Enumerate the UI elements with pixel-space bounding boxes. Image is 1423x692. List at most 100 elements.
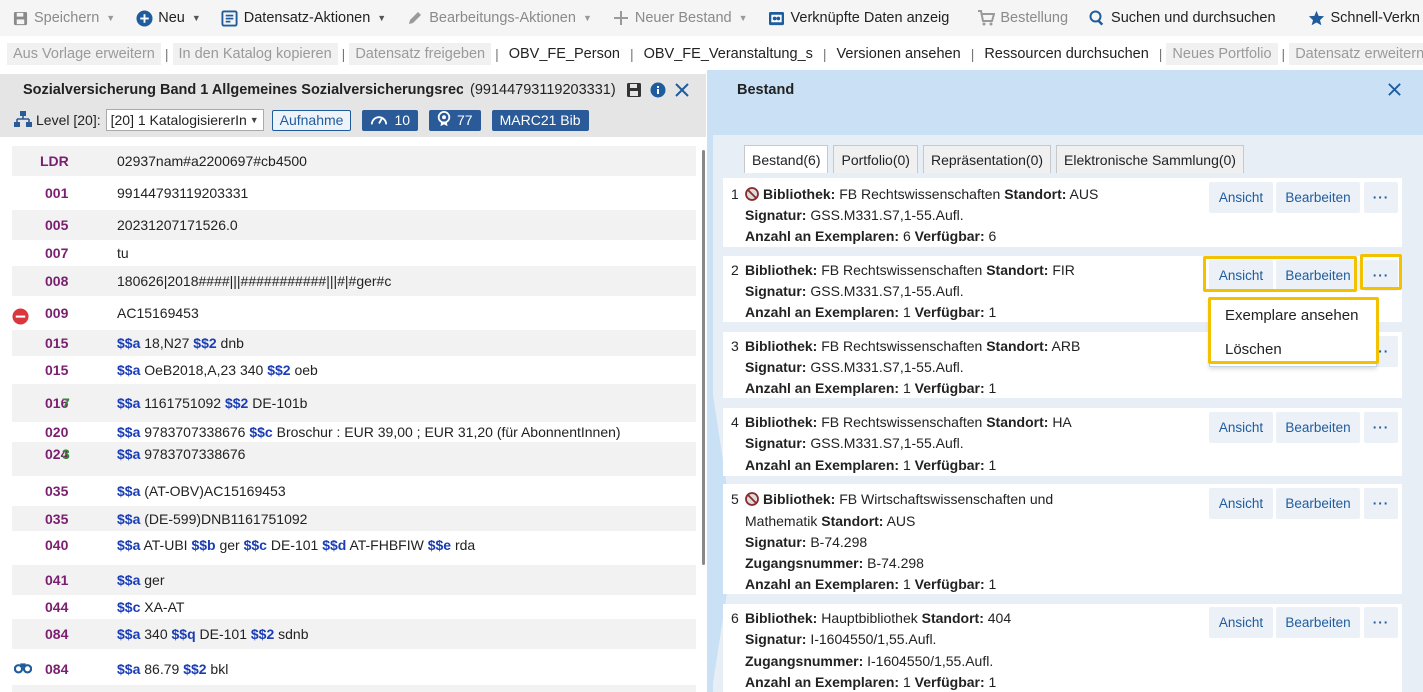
record-actions-button[interactable]: Datensatz-Aktionen ▼ <box>211 0 396 36</box>
callnumber-value: B-74.298 <box>810 534 868 550</box>
subfield-code: $$2 <box>183 661 207 677</box>
marc-field-015[interactable]: 015 $$a 18,N27 $$2 dnb <box>12 330 696 356</box>
available-label: Verfügbar: <box>914 674 985 690</box>
marc-value: AC15169453 <box>117 305 199 321</box>
browse-resources-link[interactable]: Ressourcen durchsuchen <box>978 43 1154 65</box>
marc-value: 180626|2018####|||###########|||#|#ger#c <box>117 273 392 289</box>
available-label: Verfügbar: <box>914 380 985 396</box>
location-label: Standort: <box>921 610 984 626</box>
view-button[interactable]: Ansicht <box>1209 182 1273 213</box>
obv-fe-veranstaltung-link[interactable]: OBV_FE_Veranstaltung_s <box>638 43 819 65</box>
edit-actions-button[interactable]: Bearbeitungs-Aktionen ▼ <box>396 0 602 36</box>
holdings-header: Bestand <box>707 70 1423 135</box>
marc-tag: 041 <box>45 572 69 588</box>
holding-item: 5 Bibliothek: FB Wirtschaftswissenschaft… <box>723 484 1402 594</box>
more-options-button[interactable]: ··· <box>1364 412 1398 443</box>
marc-field-list: LDR 02937nam#a2200697#cb4500 001 9914479… <box>12 146 696 692</box>
remove-field-icon[interactable] <box>12 308 30 326</box>
subfield-value: ger <box>140 572 165 588</box>
marc-field-020[interactable]: 020 $$a 9783707338676 $$c Broschur : EUR… <box>12 422 696 442</box>
more-options-button[interactable]: ··· <box>1364 607 1398 638</box>
tab-portfolio[interactable]: Portfolio(0) <box>833 145 918 173</box>
expand-from-template-link[interactable]: Aus Vorlage erweitern <box>7 43 161 65</box>
release-record-link[interactable]: Datensatz freigeben <box>349 43 492 65</box>
marc-field-016[interactable]: 016 7 $$a 1161751092 $$2 DE-101b <box>12 384 696 422</box>
marc-field-015[interactable]: 015 $$a OeB2018,A,23 340 $$2 oeb <box>12 356 696 384</box>
marc-field-008[interactable]: 008 180626|2018####|||###########|||#|#g… <box>12 266 696 296</box>
tab-electronic-collection[interactable]: Elektronische Sammlung(0) <box>1056 145 1244 173</box>
badge-speedometer[interactable]: 10 <box>362 109 419 131</box>
marc-field-035[interactable]: 035 $$a (AT-OBV)AC15169453 <box>12 476 696 506</box>
view-button[interactable]: Ansicht <box>1209 488 1273 519</box>
binoculars-icon[interactable] <box>13 660 33 678</box>
marc-field-041[interactable]: 041 $$a ger <box>12 565 696 595</box>
location-value: FIR <box>1052 262 1075 278</box>
info-icon[interactable] <box>650 82 668 100</box>
close-icon[interactable] <box>1387 82 1403 98</box>
scrollbar[interactable] <box>702 150 705 565</box>
more-options-button[interactable]: ··· <box>1364 260 1398 291</box>
save-icon[interactable] <box>626 82 644 100</box>
marc-field-035[interactable]: 035 $$a (DE-599)DNB1161751092 <box>12 506 696 531</box>
marc-field-084[interactable]: 084 $$a 86.79 $$2 bkl <box>12 655 696 683</box>
aufnahme-button[interactable]: Aufnahme <box>271 109 352 131</box>
menu-item-view-items[interactable]: Exemplare ansehen <box>1225 307 1358 324</box>
edit-button[interactable]: Bearbeiten <box>1276 182 1360 213</box>
view-versions-link[interactable]: Versionen ansehen <box>831 43 967 65</box>
separator: | <box>164 46 169 62</box>
chevron-down-icon: ▼ <box>106 13 116 23</box>
marc-field-005[interactable]: 005 20231207171526.0 <box>12 210 696 240</box>
subfield-value: DE-101 <box>266 537 323 553</box>
marc-field-ldr[interactable]: LDR 02937nam#a2200697#cb4500 <box>12 146 696 176</box>
order-button[interactable]: Bestellung <box>959 0 1078 36</box>
copies-label: Anzahl an Exemplaren: <box>745 457 900 473</box>
badge-award[interactable]: 77 <box>429 109 481 131</box>
edit-button[interactable]: Bearbeiten <box>1276 488 1360 519</box>
tab-representation[interactable]: Repräsentation(0) <box>922 145 1052 173</box>
quick-links-button[interactable]: Schnell-Verkn <box>1286 0 1423 36</box>
subfield-code: $$a <box>117 661 141 677</box>
marc-field-024[interactable]: 024 3 $$a 9783707338676 <box>12 442 696 476</box>
more-options-button[interactable]: ··· <box>1364 488 1398 519</box>
copy-to-catalog-link[interactable]: In den Katalog kopieren <box>172 43 338 65</box>
new-button[interactable]: Neu ▼ <box>125 0 211 36</box>
available-value: 1 <box>988 674 997 690</box>
obv-fe-person-link[interactable]: OBV_FE_Person <box>503 43 626 65</box>
linked-data-button[interactable]: Verknüpfte Daten anzeig <box>758 0 960 36</box>
level-select[interactable]: [20] 1 KatalogisiererIn ▼ <box>105 109 264 131</box>
marc-field-007[interactable]: 007 tu <box>12 240 696 266</box>
marc-indicator: 7 <box>62 395 70 411</box>
subfield-value: 18,N27 <box>140 335 194 351</box>
edit-button[interactable]: Bearbeiten <box>1276 607 1360 638</box>
callnumber-value: GSS.M331.S7,1-55.Aufl. <box>810 283 964 299</box>
available-value: 1 <box>988 380 997 396</box>
plus-circle-icon <box>135 9 153 27</box>
marc-field-001[interactable]: 001 99144793119203331 <box>12 176 696 210</box>
subfield-value: ger <box>215 537 244 553</box>
new-portfolio-link[interactable]: Neues Portfolio <box>1166 43 1278 65</box>
subfield-code: $$e <box>427 537 452 553</box>
marc-value: 99144793119203331 <box>117 185 249 201</box>
tab-bestand[interactable]: Bestand(6) <box>744 145 829 173</box>
available-value: 6 <box>988 228 997 244</box>
close-icon[interactable] <box>674 82 692 100</box>
marc-value: 20231207171526.0 <box>117 217 238 233</box>
marc-field-009[interactable]: 009 AC15169453 <box>12 296 696 330</box>
search-browse-button[interactable]: Suchen und durchsuchen <box>1078 0 1285 36</box>
more-options-button[interactable]: ··· <box>1364 182 1398 213</box>
edit-button[interactable]: Bearbeiten <box>1276 260 1360 291</box>
marc-field-040[interactable]: 040 $$a AT-UBI $$b ger $$c DE-101 $$d AT… <box>12 531 696 559</box>
subfield-value: AT-UBI <box>140 537 192 553</box>
expand-record-link[interactable]: Datensatz erweitern <box>1289 43 1423 65</box>
marc-field-044[interactable]: 044 $$c XA-AT <box>12 595 696 619</box>
save-button[interactable]: Speichern ▼ <box>0 0 125 36</box>
edit-button[interactable]: Bearbeiten <box>1276 412 1360 443</box>
new-holding-button[interactable]: Neuer Bestand ▼ <box>602 0 758 36</box>
view-button[interactable]: Ansicht <box>1209 607 1273 638</box>
subfield-code: $$c <box>117 599 141 615</box>
marc-field-084[interactable]: 084 $$a 340 $$q DE-101 $$2 sdnb <box>12 619 696 649</box>
view-button[interactable]: Ansicht <box>1209 412 1273 443</box>
subfield-value: bkl <box>206 661 229 677</box>
view-button[interactable]: Ansicht <box>1209 260 1273 291</box>
menu-item-delete[interactable]: Löschen <box>1225 341 1282 358</box>
